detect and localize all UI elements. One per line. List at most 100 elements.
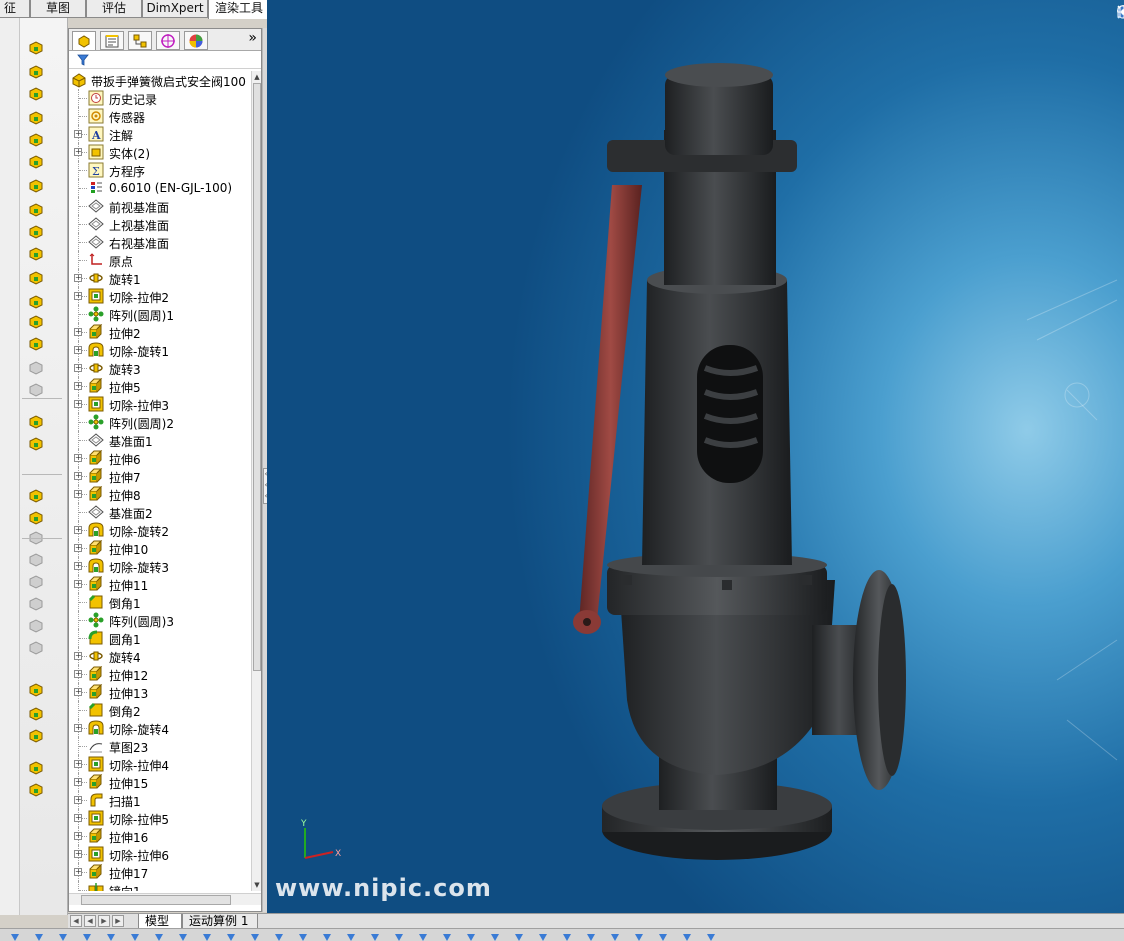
scroll-down-arrow[interactable]: ▼ <box>253 880 261 890</box>
tree-item[interactable]: + 拉伸5 <box>69 377 251 395</box>
extruded-cut-icon[interactable] <box>27 178 45 194</box>
tree-item[interactable]: 阵列(圆周)2 <box>69 413 251 431</box>
selection-filter-icon[interactable] <box>130 931 140 941</box>
wedge-icon[interactable] <box>27 640 45 656</box>
lofted-boss-icon[interactable] <box>27 110 45 126</box>
expand-toggle[interactable]: + <box>74 526 82 534</box>
tree-item[interactable]: 倒角1 <box>69 593 251 611</box>
boundary-boss-icon[interactable] <box>27 132 45 148</box>
expand-toggle[interactable]: + <box>74 490 82 498</box>
selection-filter-icon[interactable] <box>106 931 116 941</box>
selection-filter-icon[interactable] <box>682 931 692 941</box>
sphere-icon[interactable] <box>27 596 45 612</box>
expand-toggle[interactable]: + <box>74 868 82 876</box>
tree-item[interactable]: 原点 <box>69 251 251 269</box>
tree-item[interactable]: + 切除-拉伸3 <box>69 395 251 413</box>
tab-0[interactable]: 征 <box>0 0 30 18</box>
cylinder-icon[interactable] <box>27 552 45 568</box>
tree-item[interactable]: + 旋转1 <box>69 269 251 287</box>
selection-filter-icon[interactable] <box>322 931 332 941</box>
expand-toggle[interactable]: + <box>74 832 82 840</box>
tree-item[interactable]: 阵列(圆周)1 <box>69 305 251 323</box>
expand-toggle[interactable]: + <box>74 130 82 138</box>
tree-item[interactable]: 镜向1 <box>69 881 251 891</box>
tree-item[interactable]: 草图23 <box>69 737 251 755</box>
dome-icon[interactable] <box>27 360 45 376</box>
display-relations-icon[interactable] <box>27 728 45 744</box>
tree-item[interactable]: + 切除-拉伸4 <box>69 755 251 773</box>
tree-vertical-scrollbar[interactable]: ▲ ▼ <box>251 71 261 891</box>
fillet-tool-icon[interactable] <box>27 382 45 398</box>
tree-item[interactable]: + A 注解 <box>69 125 251 143</box>
tree-item[interactable]: + 切除-旋转2 <box>69 521 251 539</box>
selection-filter-icon[interactable] <box>610 931 620 941</box>
thicken-icon[interactable] <box>27 154 45 170</box>
move-entities-icon[interactable] <box>27 782 45 798</box>
selection-filter-icon[interactable] <box>202 931 212 941</box>
tree-item[interactable]: 右视基准面 <box>69 233 251 251</box>
tab-1[interactable]: 草图 <box>30 0 86 18</box>
expand-toggle[interactable]: + <box>74 364 82 372</box>
tree-item[interactable]: + 拉伸11 <box>69 575 251 593</box>
selection-filter-icon[interactable] <box>538 931 548 941</box>
selection-filter-icon[interactable] <box>346 931 356 941</box>
selection-filter-icon[interactable] <box>226 931 236 941</box>
panel-tab-4[interactable] <box>184 31 208 50</box>
expand-toggle[interactable]: + <box>74 292 82 300</box>
sketch-tool-icon[interactable] <box>27 510 45 526</box>
tree-item[interactable]: 上视基准面 <box>69 215 251 233</box>
revolved-boss-icon[interactable] <box>27 64 45 80</box>
smart-dimension-icon[interactable] <box>27 682 45 698</box>
last-tab-button[interactable]: ▶ <box>112 915 124 927</box>
tree-root-item[interactable]: 带扳手弹簧微启式安全阀100 <box>69 71 251 89</box>
rib-icon[interactable] <box>27 314 45 330</box>
expand-toggle[interactable]: + <box>74 796 82 804</box>
expand-toggle[interactable]: + <box>74 580 82 588</box>
selection-filter-icon[interactable] <box>586 931 596 941</box>
selection-filter-icon[interactable] <box>466 931 476 941</box>
reference-geometry-icon[interactable] <box>27 414 45 430</box>
tree-item[interactable]: 倒角2 <box>69 701 251 719</box>
expand-toggle[interactable]: + <box>74 382 82 390</box>
expand-toggle[interactable]: + <box>74 400 82 408</box>
filter-icon[interactable] <box>77 54 89 66</box>
tab-4[interactable]: 渲染工具 <box>208 0 270 19</box>
tree-item[interactable]: 传感器 <box>69 107 251 125</box>
expand-toggle[interactable]: + <box>74 850 82 858</box>
swept-boss-icon[interactable] <box>27 86 45 102</box>
panel-tab-1[interactable] <box>100 31 124 50</box>
expand-toggle[interactable]: + <box>74 778 82 786</box>
cone-icon[interactable] <box>27 574 45 590</box>
graphics-viewport[interactable]: Y X www.nipic.com <box>267 0 1124 915</box>
selection-filter-icon[interactable] <box>706 931 716 941</box>
selection-filter-icon[interactable] <box>10 931 20 941</box>
expand-toggle[interactable]: + <box>74 472 82 480</box>
selection-filter-icon[interactable] <box>514 931 524 941</box>
tree-item[interactable]: + 拉伸13 <box>69 683 251 701</box>
panel-more-button[interactable]: » <box>248 30 257 46</box>
selection-filter-icon[interactable] <box>250 931 260 941</box>
tree-item[interactable]: 前视基准面 <box>69 197 251 215</box>
tree-item[interactable]: + 拉伸2 <box>69 323 251 341</box>
expand-toggle[interactable]: + <box>74 148 82 156</box>
tree-item[interactable]: + 旋转4 <box>69 647 251 665</box>
selection-filter-icon[interactable] <box>154 931 164 941</box>
expand-toggle[interactable]: + <box>74 328 82 336</box>
bottom-tab-1[interactable]: 运动算例 1 <box>182 914 258 929</box>
tree-item[interactable]: 圆角1 <box>69 629 251 647</box>
prev-tab-button[interactable]: ◀ <box>84 915 96 927</box>
tree-item[interactable]: + 拉伸12 <box>69 665 251 683</box>
selection-filter-icon[interactable] <box>34 931 44 941</box>
expand-toggle[interactable]: + <box>74 346 82 354</box>
draft-icon[interactable] <box>27 336 45 352</box>
tree-item[interactable]: + 拉伸7 <box>69 467 251 485</box>
tree-item[interactable]: Σ 方程序 <box>69 161 251 179</box>
selection-filter-icon[interactable] <box>298 931 308 941</box>
tree-item[interactable]: + 扫描1 <box>69 791 251 809</box>
instant3d-icon[interactable] <box>27 488 45 504</box>
selection-filter-icon[interactable] <box>178 931 188 941</box>
tab-2[interactable]: 评估 <box>86 0 142 18</box>
copy-entities-icon[interactable] <box>27 760 45 776</box>
selection-filter-icon[interactable] <box>658 931 668 941</box>
expand-toggle[interactable]: + <box>74 724 82 732</box>
